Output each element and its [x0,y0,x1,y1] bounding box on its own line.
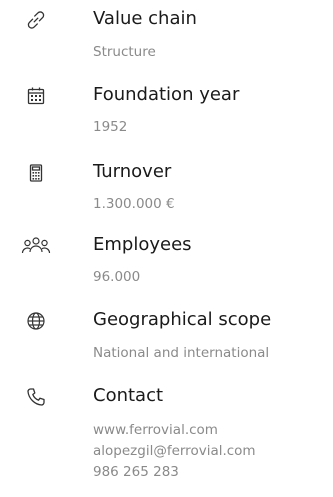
item-value: 96.000 [93,269,141,285]
globe-icon [24,309,48,333]
item-value: 1.300.000 € [93,196,175,212]
phone-icon [24,385,48,409]
item-label: Value chain [93,8,197,29]
contact-website-link[interactable]: www.ferrovial.com [93,419,218,441]
contact-email-link[interactable]: alopezgil@ferrovial.com [93,440,256,462]
item-label: Turnover [93,161,172,182]
calendar-icon [24,84,48,108]
calculator-icon [24,161,48,185]
link-icon [24,8,48,32]
item-value: National and international [93,345,270,361]
people-icon [21,234,51,258]
item-label: Foundation year [93,84,240,105]
item-label: Geographical scope [93,309,272,330]
item-value: 1952 [93,119,128,135]
contact-phone-number[interactable]: 986 265 283 [93,461,179,483]
item-label: Employees [93,234,192,255]
item-value: Structure [93,44,156,60]
item-label: Contact [93,385,164,406]
